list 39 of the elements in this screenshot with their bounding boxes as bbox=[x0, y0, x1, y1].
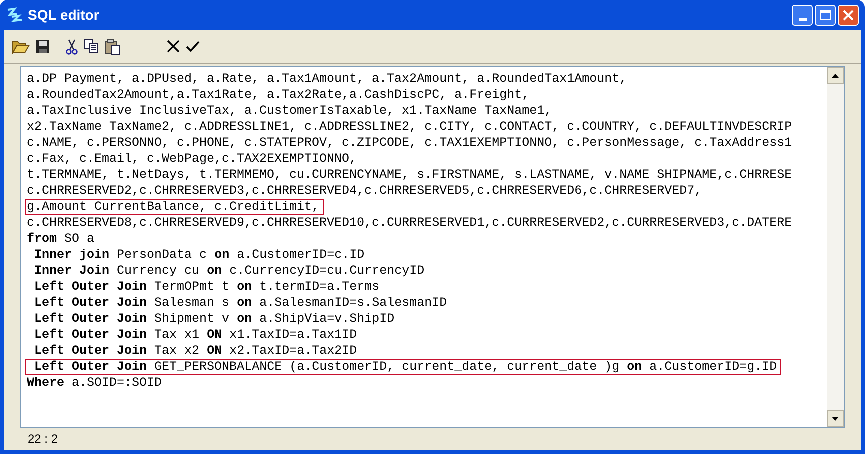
maximize-button[interactable] bbox=[815, 4, 836, 26]
scissors-icon[interactable] bbox=[66, 38, 78, 54]
code-line: Left Outer Join Salesman s on a.SalesmanID=s.SalesmanID bbox=[34, 295, 448, 311]
code-line: c.CHRRESERVED2,c.CHRRESERVED3,c.CHRRESERVED4,c.CHRRESERVED5,c.CHRRESERVED6,c.CHRRESERVED7, bbox=[27, 183, 702, 199]
code-line: Inner join PersonData c on a.CustomerID=c.ID bbox=[34, 247, 365, 263]
scroll-down-button[interactable] bbox=[827, 410, 844, 427]
code-line: x2.TaxName TaxName2, c.ADDRESSLINE1, c.ADDRESSLINE2, c.CITY, c.CONTACT, c.COUNTRY, c.DEFAULTINVDESCRIP bbox=[27, 119, 792, 135]
code-line: c.NAME, c.PERSONNO, c.PHONE, c.STATEPROV, c.ZIPCODE, c.TAX1EXEMPTIONNO, c.PersonMessage, c.TaxAddress1 bbox=[27, 135, 792, 151]
code-line: Where a.SOID=:SOID bbox=[27, 375, 162, 391]
code-line: a.TaxInclusive InclusiveTax, a.CustomerIsTaxable, x1.TaxName TaxName1, bbox=[27, 103, 552, 119]
code-line: a.RoundedTax2Amount,a.Tax1Rate, a.Tax2Rate,a.CashDiscPC, a.Freight, bbox=[27, 87, 530, 103]
code-line: Left Outer Join Tax x1 ON x1.TaxID=a.Tax1ID bbox=[34, 327, 358, 343]
open-folder-icon[interactable] bbox=[12, 40, 30, 54]
code-line: c.Fax, c.Email, c.WebPage,c.TAX2EXEMPTIONNO, bbox=[27, 151, 358, 167]
code-line: Left Outer Join TermOPmt t on t.termID=a.Terms bbox=[34, 279, 380, 295]
vertical-scrollbar[interactable] bbox=[827, 67, 844, 427]
code-line: Left Outer Join Shipment v on a.ShipVia=v.ShipID bbox=[34, 311, 395, 327]
cursor-position: 22 : 2 bbox=[28, 431, 58, 448]
code-line: a.DP Payment, a.DPUsed, a.Rate, a.Tax1Amount, a.Tax2Amount, a.RoundedTax1Amount, bbox=[27, 71, 628, 87]
scroll-up-button[interactable] bbox=[827, 67, 844, 84]
close-button[interactable] bbox=[838, 4, 859, 26]
code-line: from SO a bbox=[27, 231, 95, 247]
check-icon[interactable] bbox=[186, 40, 200, 52]
code-line: c.CHRRESERVED8,c.CHRRESERVED9,c.CHRRESERVED10,c.CURRRESERVED1,c.CURRRESERVED2,c.CURRRESERVED3,c.DATERE bbox=[27, 215, 792, 231]
window-title: SQL editor bbox=[28, 6, 100, 25]
paste-icon[interactable] bbox=[105, 38, 121, 54]
minimize-icon bbox=[798, 18, 806, 20]
minimize-button[interactable] bbox=[792, 4, 813, 26]
maximize-icon bbox=[820, 10, 831, 20]
app-logo-icon bbox=[6, 7, 24, 23]
cancel-icon[interactable] bbox=[167, 40, 180, 53]
save-icon[interactable] bbox=[36, 40, 50, 54]
copy-icon[interactable] bbox=[84, 39, 99, 54]
code-line: Inner Join Currency cu on c.CurrencyID=cu.CurrencyID bbox=[34, 263, 425, 279]
close-icon bbox=[843, 10, 854, 20]
arrow-up-icon bbox=[832, 74, 839, 78]
code-line: Left Outer Join Tax x2 ON x2.TaxID=a.Tax2ID bbox=[34, 343, 358, 359]
code-line: t.TERMNAME, t.NetDays, t.TERMMEMO, cu.CURRENCYNAME, s.FIRSTNAME, s.LASTNAME, v.NAME SHIPNAME,c.CHRRESE bbox=[27, 167, 792, 183]
arrow-down-icon bbox=[832, 416, 839, 420]
